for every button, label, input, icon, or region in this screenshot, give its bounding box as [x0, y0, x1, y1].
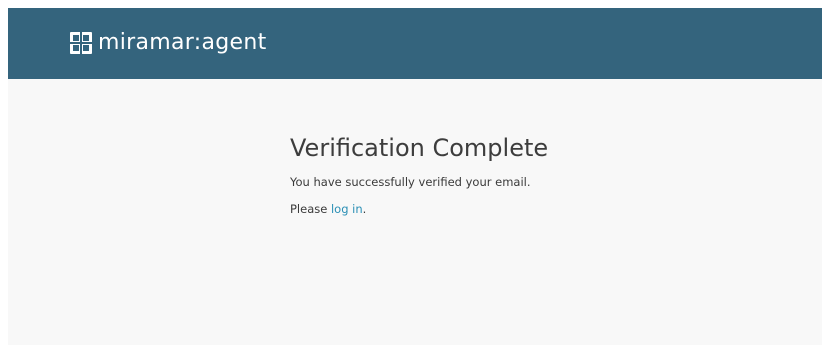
login-link[interactable]: log in [331, 202, 363, 216]
success-message: You have successfully verified your emai… [290, 175, 531, 189]
login-prompt-prefix: Please [290, 202, 331, 216]
login-prompt-suffix: . [362, 202, 367, 216]
brand-name: miramar:agent [98, 30, 267, 55]
page-title: Verification Complete [290, 134, 549, 162]
login-prompt: Please log in. [290, 201, 710, 217]
verification-panel: Verification Complete You have successfu… [290, 132, 710, 217]
top-header-bar: miramar:agent [8, 8, 822, 79]
miramar-logo-icon [70, 32, 92, 54]
brand-logo-link[interactable]: miramar:agent [70, 28, 267, 58]
page-frame: miramar:agent Verification Complete You … [8, 8, 822, 345]
